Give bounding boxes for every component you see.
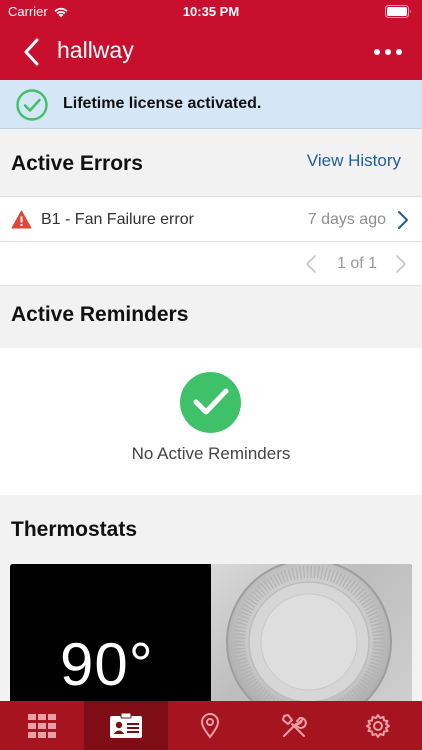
active-errors-header: Active Errors View History [0,129,422,196]
location-pin-icon [200,712,220,739]
view-history-link[interactable]: View History [307,151,401,171]
thermostats-header: Thermostats [0,495,422,564]
success-check-icon [180,372,241,433]
settings-gear-icon [366,713,390,738]
tab-dashboard[interactable] [0,701,84,750]
more-dot [396,49,402,55]
check-circle-icon [16,89,48,121]
navigation-bar: hallway [0,24,422,80]
pager-count: 1 of 1 [337,255,378,272]
status-time: 10:35 PM [182,4,240,19]
chevron-right-icon [398,211,408,229]
active-errors-title: Active Errors [11,152,143,175]
back-button[interactable] [20,38,46,66]
error-pager: 1 of 1 [0,242,422,286]
active-reminders-header: Active Reminders [0,286,422,348]
chevron-left-icon [24,38,39,66]
reminders-panel: No Active Reminders [0,348,422,495]
more-dot [385,49,391,55]
more-dot [374,49,380,55]
active-reminders-title: Active Reminders [11,303,189,326]
battery-icon [385,5,412,21]
license-banner-text: Lifetime license activated. [63,95,262,112]
contact-card-icon [110,712,142,738]
thermostats-title: Thermostats [11,518,138,541]
tab-contacts[interactable] [84,701,168,750]
thermostat-temperature: 90° [60,631,154,698]
tab-settings[interactable] [336,701,420,750]
thermostat-card[interactable]: 90° [10,564,412,704]
status-bar: Carrier 10:35 PM [0,0,422,24]
tab-tools[interactable] [252,701,336,750]
tools-icon [282,713,307,737]
pager-next-icon[interactable] [395,254,407,274]
license-banner: Lifetime license activated. [0,80,422,129]
pager-prev-icon[interactable] [305,254,317,274]
error-time: 7 days ago [307,211,386,228]
thermostat-display: 90° [10,564,211,704]
warning-icon [11,210,32,229]
thermostat-dial-image [211,564,412,704]
thermostat-dial-icon [226,564,392,704]
grid-icon [28,713,56,738]
page-title: hallway [57,37,134,63]
more-button[interactable] [374,42,402,62]
tab-bar [0,701,422,750]
error-label: B1 - Fan Failure error [41,211,194,228]
no-reminders-text: No Active Reminders [131,444,291,463]
tab-locations[interactable] [168,701,252,750]
error-row[interactable]: B1 - Fan Failure error 7 days ago [0,196,422,242]
